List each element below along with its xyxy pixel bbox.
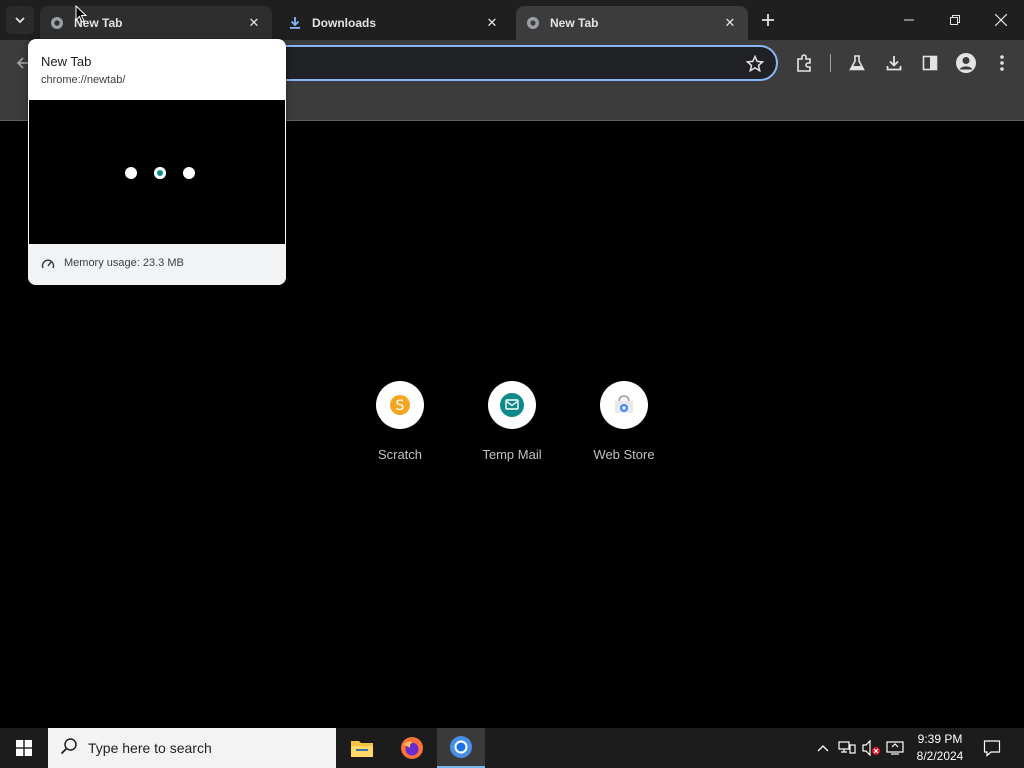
network-button[interactable] [836, 728, 858, 768]
bookmark-star-icon[interactable] [745, 54, 765, 78]
temp-mail-icon [500, 393, 524, 417]
mouse-cursor-icon [75, 5, 87, 23]
tab-downloads[interactable]: Downloads ✕ [278, 6, 510, 40]
hover-card-preview [29, 100, 285, 244]
network-icon [838, 741, 856, 754]
shortcut-label: Scratch [377, 447, 423, 462]
file-explorer-button[interactable] [338, 728, 386, 768]
restore-icon [950, 15, 960, 25]
new-tab-button[interactable] [756, 8, 780, 32]
memory-usage-text: Memory usage: 23.3 MB [64, 257, 184, 269]
side-panel-icon[interactable] [918, 51, 942, 75]
tab-strip: New Tab ✕ Downloads ✕ New Tab ✕ [0, 0, 1024, 40]
plus-icon [762, 14, 774, 26]
restore-button[interactable] [932, 0, 978, 40]
taskbar: Type here to search 9:39 PM 8/2/2024 [0, 728, 1024, 768]
close-tab-icon[interactable]: ✕ [722, 15, 738, 31]
hover-card-url: chrome://newtab/ [41, 74, 126, 86]
tab-title: New Tab [74, 16, 123, 30]
chevron-up-icon [817, 745, 829, 752]
volume-muted-icon [862, 740, 880, 756]
folder-icon [351, 741, 373, 757]
shortcut-label: Web Store [593, 447, 655, 462]
profile-avatar-icon[interactable] [954, 51, 978, 75]
preview-shortcut-dot [154, 167, 166, 179]
shortcut-label: Temp Mail [482, 447, 542, 462]
chrome-icon [450, 736, 472, 758]
chrome-button[interactable] [437, 728, 485, 768]
windows-logo-icon [16, 740, 32, 756]
search-icon [60, 737, 78, 760]
shortcut-tile [600, 381, 648, 429]
labs-flask-icon[interactable] [845, 51, 869, 75]
globe-icon [50, 16, 64, 30]
hover-card-footer: Memory usage: 23.3 MB [28, 244, 286, 285]
minimize-icon [904, 19, 914, 21]
minimize-button[interactable] [886, 0, 932, 40]
chevron-down-icon [15, 17, 25, 24]
taskbar-search-box[interactable]: Type here to search [48, 728, 336, 768]
tab-title: New Tab [550, 16, 599, 30]
firefox-button[interactable] [388, 728, 436, 768]
gauge-icon [41, 257, 55, 276]
web-store-icon [615, 395, 633, 413]
firefox-icon [401, 737, 423, 759]
close-tab-icon[interactable]: ✕ [246, 15, 262, 31]
shortcut-tile [488, 381, 536, 429]
close-icon [995, 14, 1007, 26]
close-window-button[interactable] [978, 0, 1024, 40]
kebab-menu-icon[interactable] [990, 51, 1014, 75]
show-hidden-icons-button[interactable] [814, 728, 832, 768]
globe-icon [526, 16, 540, 30]
preview-shortcut-dot [183, 167, 195, 179]
svg-text:S: S [396, 398, 405, 414]
tab-new-tab-2[interactable]: New Tab ✕ [516, 6, 748, 40]
preview-shortcut-dot [125, 167, 137, 179]
extensions-icon[interactable] [792, 51, 816, 75]
tab-search-button[interactable] [6, 6, 34, 34]
shortcut-tile: S [376, 381, 424, 429]
download-icon [288, 16, 302, 30]
toolbar-separator [830, 54, 831, 72]
shortcut-temp-mail[interactable]: Temp Mail [457, 381, 567, 462]
hover-card-title: New Tab [41, 54, 92, 69]
shortcut-web-store[interactable]: Web Store [569, 381, 679, 462]
start-button[interactable] [0, 728, 48, 768]
notification-icon [983, 740, 1001, 757]
volume-button[interactable] [860, 728, 882, 768]
clock-time: 9:39 PM [917, 732, 963, 746]
close-tab-icon[interactable]: ✕ [484, 15, 500, 31]
shortcut-scratch[interactable]: S Scratch [345, 381, 455, 462]
tab-title: Downloads [312, 16, 377, 30]
screen: New Tab ✕ Downloads ✕ New Tab ✕ S Scratc… [0, 0, 1024, 768]
tab-hover-card: New Tab chrome://newtab/ Memory usage: 2… [28, 39, 286, 285]
taskbar-clock[interactable]: 9:39 PM 8/2/2024 [910, 731, 970, 765]
notifications-button[interactable] [978, 728, 1006, 768]
downloads-toolbar-icon[interactable] [882, 51, 906, 75]
scratch-icon: S [390, 395, 410, 415]
display-button[interactable] [884, 728, 906, 768]
search-placeholder: Type here to search [88, 740, 212, 756]
clock-date: 8/2/2024 [916, 749, 964, 763]
display-icon [886, 741, 904, 755]
